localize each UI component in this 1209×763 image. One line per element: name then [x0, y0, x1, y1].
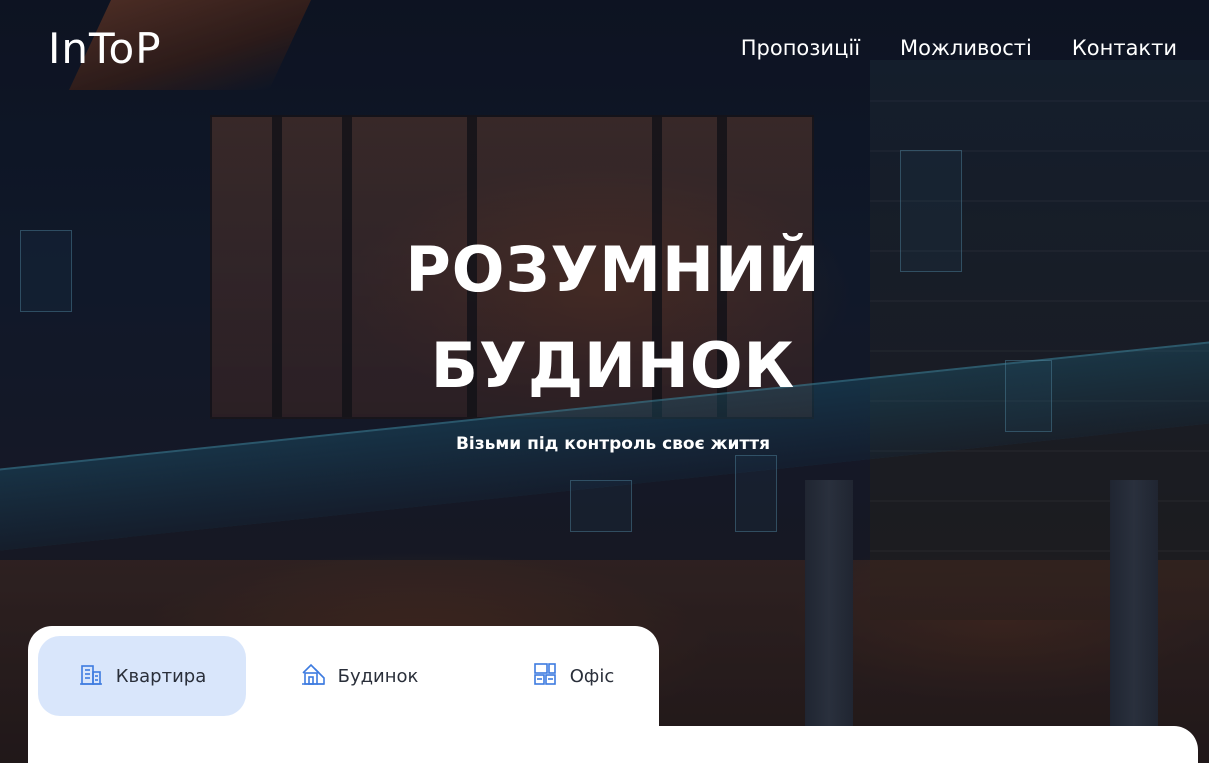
house-icon [300, 661, 326, 692]
hero-section: InToP Пропозиції Можливості Контакти РОЗ… [0, 0, 1209, 763]
nav-link-features[interactable]: Можливості [900, 36, 1032, 60]
main-nav: Пропозиції Можливості Контакти [741, 36, 1177, 60]
office-icon [532, 661, 558, 692]
tab-office[interactable]: Офіс [498, 636, 648, 716]
tab-apartment[interactable]: Квартира [38, 636, 246, 716]
property-type-tabs: Квартира Будинок Офіс [28, 626, 659, 763]
hero-title-line1: РОЗУМНИЙ [405, 233, 821, 306]
hero-title: РОЗУМНИЙ БУДИНОК [0, 222, 1209, 414]
hero-tagline: Візьми під контроль своє життя [455, 434, 771, 454]
nav-link-offers[interactable]: Пропозиції [741, 36, 860, 60]
apartment-building-icon [78, 661, 104, 692]
nav-link-contacts[interactable]: Контакти [1072, 36, 1177, 60]
tab-apartment-label: Квартира [115, 665, 207, 687]
site-logo[interactable]: InToP [48, 24, 162, 73]
tab-office-label: Офіс [569, 665, 615, 687]
hero-title-line2: БУДИНОК [430, 329, 796, 402]
tab-house-label: Будинок [337, 665, 419, 687]
tab-house[interactable]: Будинок [268, 636, 450, 716]
